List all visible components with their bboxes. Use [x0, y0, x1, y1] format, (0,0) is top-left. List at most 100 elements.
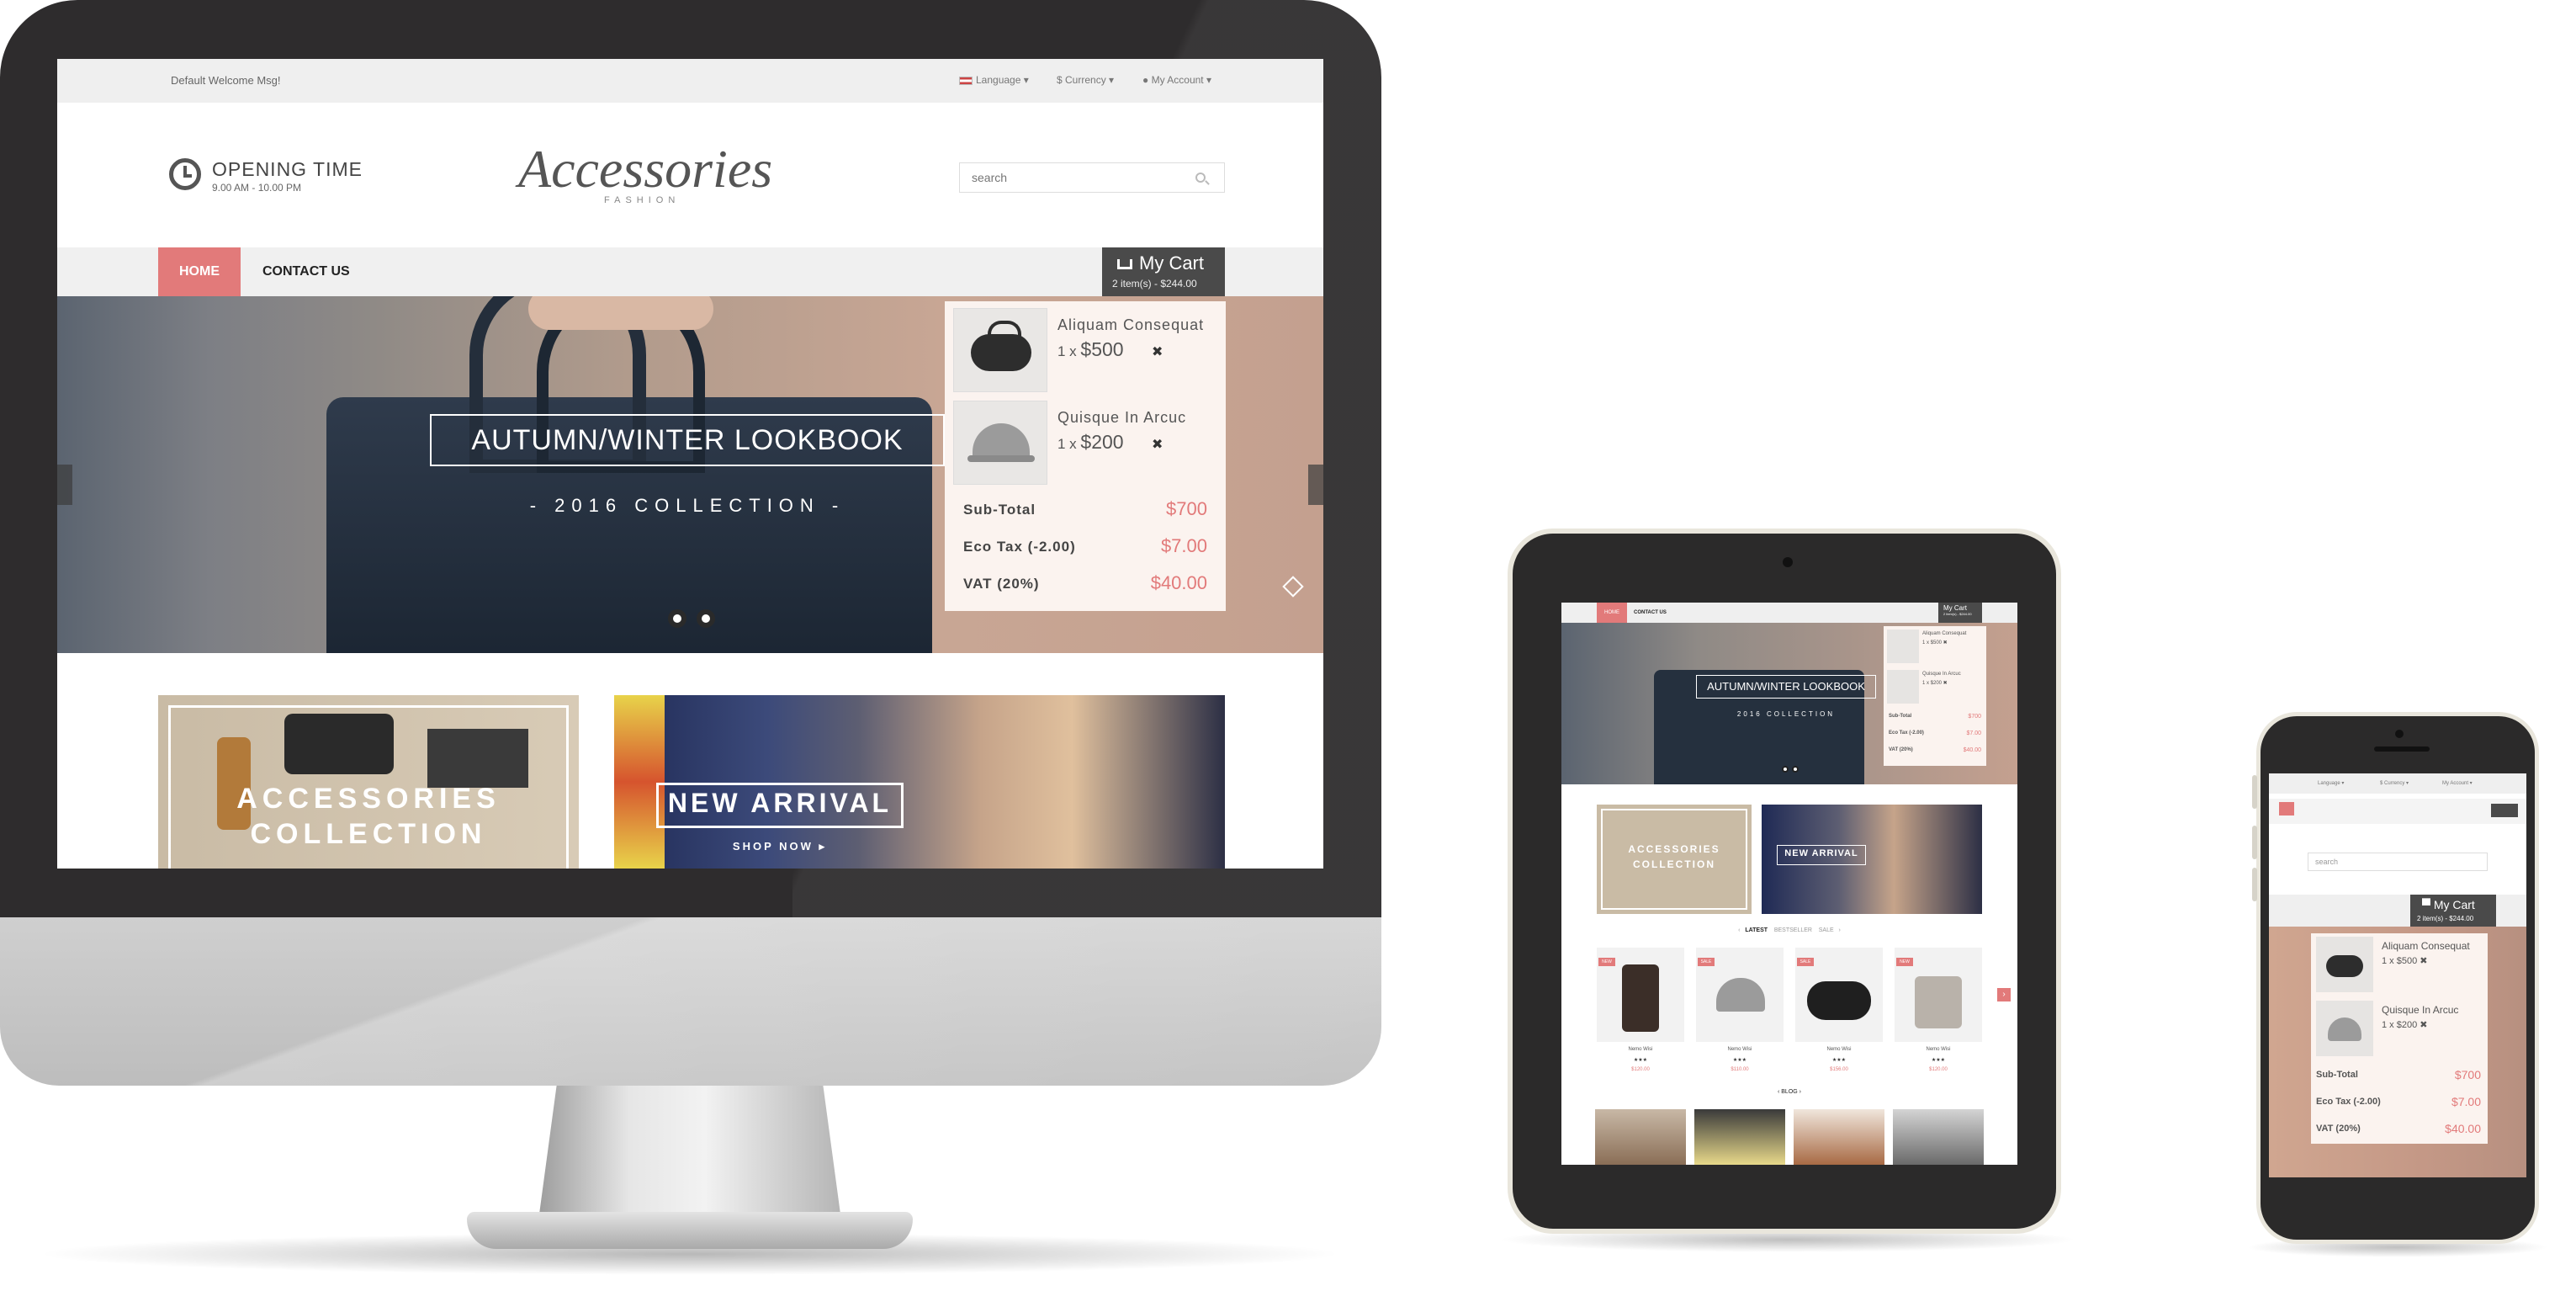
- cart-item-qty-label: 1 x: [1057, 343, 1077, 359]
- account-menu[interactable]: ● My Account ▾: [1142, 74, 1211, 86]
- promo-new-arrival[interactable]: NEW ARRIVAL: [1762, 805, 1982, 914]
- hero-subtitle: - 2016 COLLECTION -: [529, 495, 845, 516]
- monitor-stand-neck: [538, 1086, 841, 1220]
- cart-item-thumbnail[interactable]: [2316, 1001, 2373, 1056]
- blog-thumbnail[interactable]: [1694, 1109, 1785, 1165]
- ecotax-label: Eco Tax (-2.00): [2316, 1097, 2381, 1107]
- cart-item-thumbnail[interactable]: [953, 401, 1047, 485]
- promo-banners: ACCESSORIES COLLECTION NEW ARRIVAL: [1597, 805, 1982, 914]
- promo-left-line2: COLLECTION: [250, 818, 487, 850]
- slider-prev-arrow[interactable]: [57, 465, 72, 505]
- product-badge: SALE: [1797, 958, 1814, 966]
- my-cart-button[interactable]: My Cart 2 item(s) - $244.00: [1102, 247, 1225, 296]
- cart-item-name[interactable]: Aliquam Consequat: [2382, 940, 2470, 952]
- promo-accessories-collection[interactable]: ACCESSORIES COLLECTION: [1597, 805, 1752, 914]
- search-input[interactable]: search: [2308, 853, 2488, 871]
- product-price: $120.00: [1631, 1067, 1650, 1072]
- cart-item-name[interactable]: Quisque In Arcuc: [2382, 1004, 2458, 1016]
- nav-home[interactable]: [2279, 802, 2294, 816]
- tab-next-icon[interactable]: ›: [1839, 927, 1841, 933]
- blog-thumbnail[interactable]: [1794, 1109, 1884, 1165]
- language-selector[interactable]: Language ▾: [959, 74, 1029, 86]
- cart-item-name[interactable]: Aliquam Consequat: [1057, 316, 1204, 334]
- slider-dot[interactable]: [668, 609, 686, 628]
- cart-item-name[interactable]: Quisque In Arcuc: [1057, 409, 1186, 427]
- tablet-device: HOME CONTACT US My Cart 2 item(s) - $244.…: [1508, 529, 2061, 1234]
- my-cart-button[interactable]: [2491, 804, 2518, 817]
- hero-title: AUTUMN/WINTER LOOKBOOK: [471, 424, 904, 456]
- glove-image: [1622, 964, 1659, 1032]
- cart-item-thumbnail[interactable]: [1887, 630, 1919, 663]
- nav-home[interactable]: HOME: [1597, 603, 1627, 623]
- phone-screen: Language ▾ $ Currency ▾ My Account ▾ sea…: [2269, 773, 2526, 1177]
- product-card-image[interactable]: SALE: [1696, 948, 1784, 1042]
- product-name[interactable]: Nemo Wisi: [1795, 1047, 1883, 1052]
- cart-item-thumbnail[interactable]: [1887, 670, 1919, 704]
- product-name[interactable]: Nemo Wisi: [1895, 1047, 1982, 1052]
- my-cart-button[interactable]: My Cart 2 item(s) - $244.00: [1938, 603, 1982, 623]
- search-box: [959, 162, 1225, 193]
- product-card-image[interactable]: NEW: [1895, 948, 1982, 1042]
- cart-item-thumbnail[interactable]: [2316, 937, 2373, 992]
- slider-dot[interactable]: [1792, 766, 1799, 773]
- subtotal-value: $700: [1166, 498, 1207, 519]
- shop-now-link[interactable]: SHOP NOW ▸: [656, 840, 904, 853]
- blog-thumbnail[interactable]: [1893, 1109, 1984, 1165]
- product-card-image[interactable]: SALE: [1795, 948, 1883, 1042]
- search-icon[interactable]: [1195, 173, 1206, 183]
- vat-value: $40.00: [2445, 1122, 2481, 1135]
- cart-item-qty: 1 x $200: [1057, 431, 1124, 454]
- currency-selector[interactable]: $ Currency ▾: [2380, 780, 2409, 786]
- phone-side-button: [2252, 775, 2257, 809]
- product-name[interactable]: Nemo Wisi: [1597, 1047, 1684, 1052]
- nav-contact-us[interactable]: CONTACT US: [1634, 603, 1667, 623]
- duffel-bag-image: [2326, 955, 2363, 977]
- promo-accessories-collection[interactable]: ACCESSORIES COLLECTION: [158, 695, 579, 869]
- slider-dot[interactable]: [1782, 766, 1789, 773]
- language-selector[interactable]: Language ▾: [2318, 780, 2344, 786]
- blog-next-icon[interactable]: ›: [1799, 1089, 1801, 1095]
- subtotal-label: Sub-Total: [963, 502, 1036, 518]
- site-logo[interactable]: Accessories: [518, 138, 772, 200]
- tab-prev-icon[interactable]: ‹: [1738, 927, 1740, 933]
- opening-time-title: OPENING TIME: [212, 158, 363, 180]
- ecotax-value: $7.00: [1160, 535, 1207, 556]
- site-header: OPENING TIME 9.00 AM - 10.00 PM Accessor…: [57, 103, 1323, 247]
- remove-item-button[interactable]: ✖: [1152, 436, 1163, 453]
- blog-heading: ‹ BLOG ›: [1561, 1089, 2017, 1095]
- hat-image: [2328, 1017, 2361, 1041]
- my-cart-button[interactable]: ▀ My Cart 2 item(s) - $244.00: [2410, 895, 2496, 927]
- welcome-message: Default Welcome Msg!: [171, 74, 281, 87]
- chevron-right-icon[interactable]: ›: [1997, 988, 2011, 1001]
- phone-side-button: [2252, 826, 2257, 859]
- slider-next-arrow[interactable]: [1308, 465, 1323, 505]
- hat-image: [967, 423, 1035, 462]
- blog-thumbnail[interactable]: [1595, 1109, 1686, 1165]
- nav-home[interactable]: HOME: [158, 247, 241, 296]
- product-name[interactable]: Nemo Wisi: [1696, 1047, 1784, 1052]
- blog-prev-icon[interactable]: ‹: [1778, 1089, 1779, 1095]
- remove-item-button[interactable]: ✖: [1152, 343, 1163, 360]
- top-bar: Default Welcome Msg! Language ▾ $ Curren…: [57, 59, 1323, 103]
- tab-latest[interactable]: LATEST: [1745, 927, 1768, 933]
- search-input[interactable]: [960, 163, 1179, 192]
- product-badge: NEW: [1896, 958, 1913, 966]
- slider-dot[interactable]: [697, 609, 715, 628]
- promo-left-line2: COLLECTION: [1633, 858, 1715, 870]
- cart-item-thumbnail[interactable]: [953, 308, 1047, 392]
- cart-summary: 2 item(s) - $244.00: [2417, 915, 2474, 922]
- product-card-image[interactable]: NEW: [1597, 948, 1684, 1042]
- nav-contact-us[interactable]: CONTACT US: [262, 247, 350, 296]
- tab-bestseller[interactable]: BESTSELLER: [1774, 927, 1812, 933]
- account-label: My Account: [1151, 74, 1204, 86]
- promo-new-arrival[interactable]: NEW ARRIVAL SHOP NOW ▸: [614, 695, 1225, 869]
- tab-sale[interactable]: SALE: [1819, 927, 1834, 933]
- currency-selector[interactable]: $ Currency ▾: [1057, 74, 1114, 86]
- cart-item-name[interactable]: Aliquam Consequat: [1922, 631, 1966, 636]
- cart-item-name[interactable]: Quisque In Arcuc: [1922, 672, 1961, 677]
- monitor-stand-foot: [467, 1212, 913, 1249]
- cart-summary: 2 item(s) - $244.00: [1112, 278, 1197, 290]
- cart-dropdown: Aliquam Consequat 1 x $500 ✖ Quisque In …: [945, 301, 1226, 611]
- diamond-icon: [1282, 576, 1304, 598]
- account-menu[interactable]: My Account ▾: [2442, 780, 2473, 786]
